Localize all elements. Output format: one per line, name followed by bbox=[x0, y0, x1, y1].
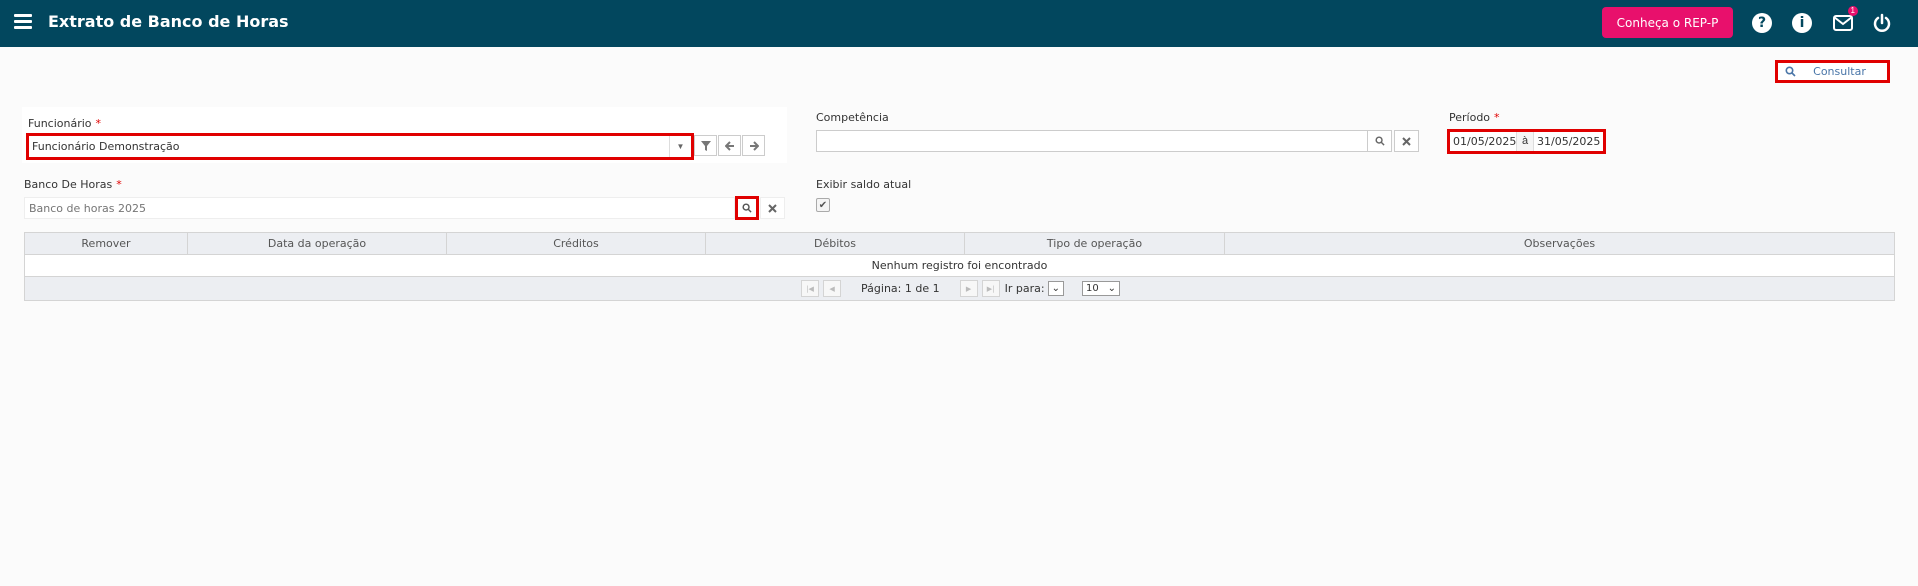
competencia-search-button[interactable] bbox=[1367, 130, 1392, 152]
competencia-clear-button[interactable] bbox=[1394, 130, 1419, 152]
prev-page-button[interactable]: ◀ bbox=[823, 280, 842, 297]
periodo-label: Período * bbox=[1449, 111, 1500, 124]
page-size-select[interactable]: 10 ⌄ bbox=[1081, 281, 1120, 296]
grid-header: Remover Data da operação Créditos Débito… bbox=[25, 233, 1894, 255]
funcionario-select[interactable]: Funcionário Demonstração ▼ bbox=[26, 133, 694, 160]
chevron-down-icon: ⌄ bbox=[1051, 283, 1060, 294]
column-tipo-operacao[interactable]: Tipo de operação bbox=[965, 233, 1225, 254]
close-icon bbox=[768, 203, 777, 213]
empty-message: Nenhum registro foi encontrado bbox=[25, 255, 1894, 277]
consultar-label: Consultar bbox=[1813, 65, 1866, 78]
column-debitos[interactable]: Débitos bbox=[706, 233, 965, 254]
mail-badge: 1 bbox=[1847, 6, 1858, 16]
goto-label: Ir para: bbox=[1004, 282, 1045, 295]
info-icon[interactable]: i bbox=[1791, 12, 1813, 34]
previous-button[interactable] bbox=[718, 135, 741, 156]
column-creditos[interactable]: Créditos bbox=[447, 233, 706, 254]
arrow-left-icon bbox=[724, 140, 734, 151]
banco-clear-button[interactable] bbox=[760, 197, 785, 219]
arrow-right-icon bbox=[749, 140, 759, 151]
help-icon[interactable]: ? bbox=[1751, 12, 1773, 34]
search-icon bbox=[1785, 66, 1796, 77]
banco-search-button[interactable] bbox=[735, 196, 759, 220]
periodo-end-input[interactable] bbox=[1534, 132, 1600, 151]
goto-page-select[interactable]: ⌄ bbox=[1047, 281, 1064, 296]
check-icon: ✔ bbox=[818, 199, 828, 211]
chevron-down-icon: ▼ bbox=[669, 136, 691, 157]
data-grid: Remover Data da operação Créditos Débito… bbox=[24, 232, 1895, 301]
periodo-separator: à bbox=[1516, 132, 1534, 151]
next-button[interactable] bbox=[742, 135, 765, 156]
last-page-button[interactable]: ▶| bbox=[981, 280, 1000, 297]
hamburger-menu-icon[interactable] bbox=[14, 14, 32, 30]
page-info: Página: 1 de 1 bbox=[861, 282, 940, 295]
consultar-button[interactable]: Consultar bbox=[1775, 60, 1890, 83]
mail-icon[interactable]: 1 bbox=[1832, 6, 1858, 34]
column-data-operacao[interactable]: Data da operação bbox=[188, 233, 447, 254]
power-icon[interactable] bbox=[1871, 12, 1893, 34]
filter-icon bbox=[700, 140, 711, 151]
competencia-input[interactable] bbox=[816, 130, 1368, 152]
banco-input[interactable] bbox=[24, 197, 735, 219]
banco-label: Banco De Horas * bbox=[24, 178, 122, 191]
top-bar: Extrato de Banco de Horas Conheça o REP-… bbox=[0, 0, 1918, 47]
pager: |◀ ◀ Página: 1 de 1 ▶ ▶| Ir para: ⌄ 10 ⌄ bbox=[25, 277, 1894, 300]
periodo-range: à bbox=[1447, 129, 1606, 154]
search-icon bbox=[1374, 136, 1385, 146]
page-title: Extrato de Banco de Horas bbox=[48, 12, 289, 31]
filter-button[interactable] bbox=[694, 135, 717, 156]
exibir-saldo-label: Exibir saldo atual bbox=[816, 178, 912, 191]
first-page-button[interactable]: |◀ bbox=[801, 280, 820, 297]
next-page-button[interactable]: ▶ bbox=[959, 280, 978, 297]
column-remover[interactable]: Remover bbox=[25, 233, 188, 254]
periodo-start-input[interactable] bbox=[1450, 132, 1516, 151]
search-icon bbox=[742, 203, 752, 213]
column-observacoes[interactable]: Observações bbox=[1225, 233, 1894, 254]
competencia-label: Competência bbox=[816, 111, 889, 124]
funcionario-label: Funcionário * bbox=[28, 117, 102, 130]
close-icon bbox=[1402, 136, 1411, 146]
rep-p-button[interactable]: Conheça o REP-P bbox=[1602, 7, 1733, 38]
chevron-down-icon: ⌄ bbox=[1107, 283, 1116, 294]
exibir-saldo-checkbox[interactable]: ✔ bbox=[816, 198, 830, 212]
